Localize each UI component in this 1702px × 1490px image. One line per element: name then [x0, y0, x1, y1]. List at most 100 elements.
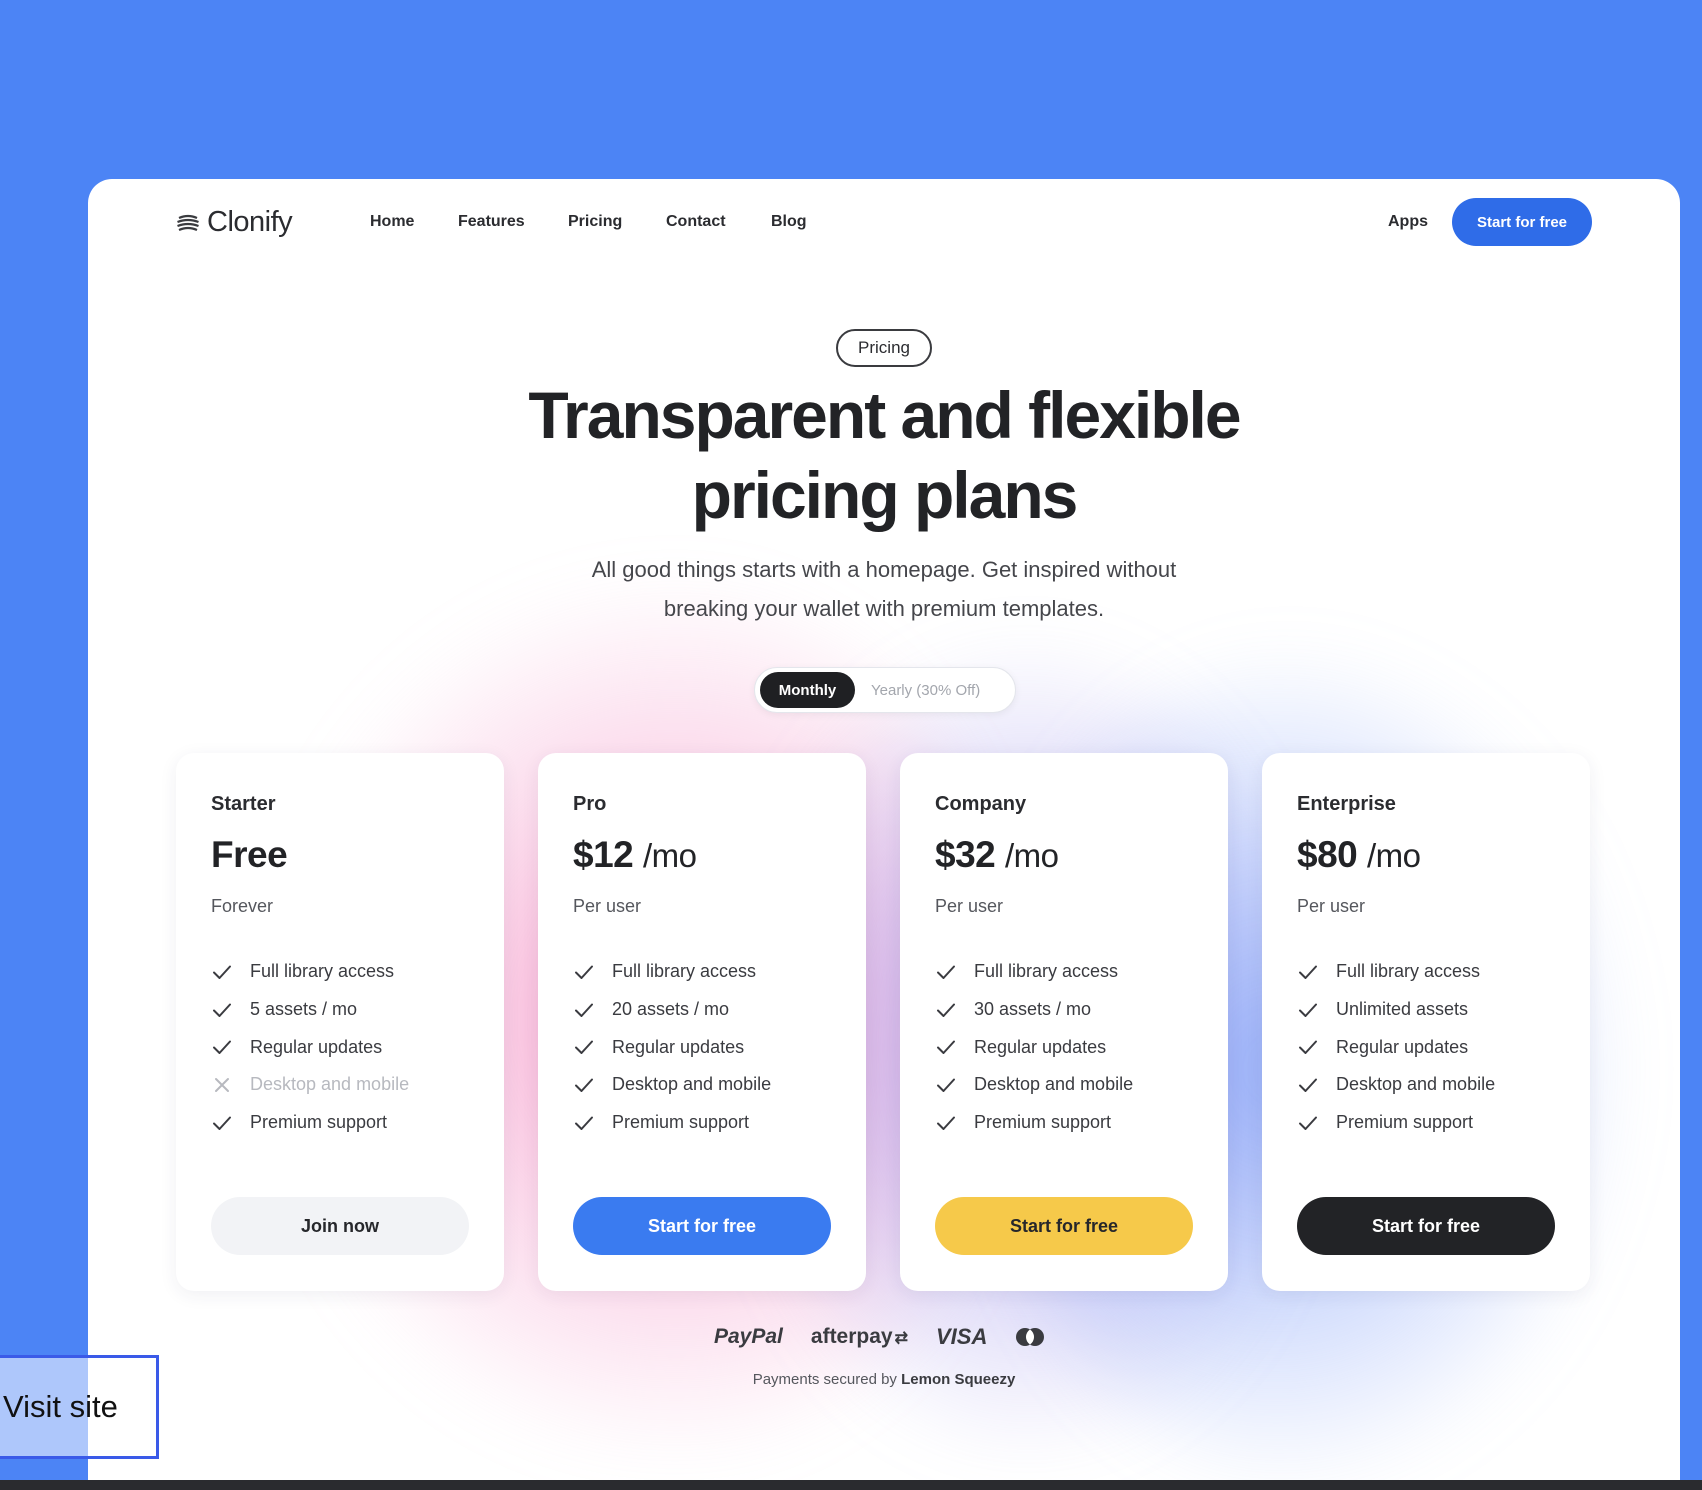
nav-apps[interactable]: Apps [1388, 213, 1428, 231]
header-start-button[interactable]: Start for free [1452, 198, 1592, 246]
feature-item: Desktop and mobile [1297, 1066, 1495, 1104]
plan-cta-button[interactable]: Join now [211, 1197, 469, 1255]
mastercard-icon [1016, 1328, 1045, 1346]
payment-logos: PayPal afterpay ⇄ VISA [714, 1324, 1045, 1350]
subtitle-line-2: breaking your wallet with premium templa… [663, 596, 1105, 621]
feature-label: Premium support [250, 1112, 388, 1133]
page-title: Transparent and flexible pricing plans [434, 375, 1334, 535]
feature-label: 20 assets / mo [612, 999, 730, 1020]
feature-item: Full library access [211, 953, 409, 991]
nav-blog[interactable]: Blog [771, 213, 807, 231]
check-icon [1299, 1116, 1317, 1130]
check-icon [937, 965, 955, 979]
nav-features[interactable]: Features [458, 213, 525, 231]
price-unit: /mo [1367, 837, 1421, 874]
nav-pricing[interactable]: Pricing [568, 213, 622, 231]
plan-price: $32 /mo [935, 834, 1059, 876]
plan-period: Per user [935, 896, 1004, 916]
feature-item: Premium support [1297, 1104, 1495, 1142]
yearly-option[interactable]: Yearly (30% Off) [871, 668, 980, 712]
plan-name: Enterprise [1297, 793, 1396, 815]
title-line-2: pricing plans [691, 458, 1079, 532]
subtitle-line-1: All good things starts with a homepage. … [591, 557, 1177, 582]
check-icon [937, 1078, 955, 1092]
plan-period: Per user [573, 896, 642, 916]
check-icon [937, 1116, 955, 1130]
price-amount: $80 [1297, 834, 1358, 875]
brand-name: Clonify [207, 206, 293, 238]
brand-logo[interactable]: Clonify [175, 206, 293, 239]
feature-label: 30 assets / mo [974, 999, 1092, 1020]
check-icon [213, 1116, 231, 1130]
feature-label: Desktop and mobile [250, 1074, 410, 1095]
afterpay-arrows-icon: ⇄ [894, 1330, 908, 1347]
check-icon [937, 1003, 955, 1017]
monthly-option[interactable]: Monthly [760, 672, 855, 708]
check-icon [213, 965, 231, 979]
plan-price: Free [211, 834, 288, 876]
visit-site-button[interactable]: Visit site [0, 1355, 159, 1459]
pricing-card-enterprise: Enterprise $80 /mo Per user Full library ac… [1262, 753, 1590, 1291]
billing-toggle: Monthly Yearly (30% Off) [754, 667, 1016, 713]
pricing-card-starter: Starter Free Forever Full library access 5 … [176, 753, 504, 1291]
feature-label: Regular updates [1336, 1036, 1469, 1057]
check-icon [575, 1003, 593, 1017]
price-amount: Free [211, 834, 288, 875]
feature-label: Premium support [612, 1112, 750, 1133]
plan-cta-button[interactable]: Start for free [935, 1197, 1193, 1255]
title-line-1: Transparent and flexible [528, 378, 1241, 452]
price-amount: $12 [573, 834, 634, 875]
afterpay-logo: afterpay ⇄ [811, 1325, 908, 1349]
feature-item: 5 assets / mo [211, 991, 409, 1029]
feature-item: Regular updates [573, 1028, 771, 1066]
lemon-squeezy-link[interactable]: Lemon Squeezy [901, 1371, 1015, 1388]
plan-cta-button[interactable]: Start for free [1297, 1197, 1555, 1255]
afterpay-label: afterpay [810, 1325, 893, 1348]
feature-label: Full library access [612, 961, 757, 982]
feature-list: Full library access 20 assets / mo Regular… [573, 953, 771, 1141]
nav-contact[interactable]: Contact [666, 213, 726, 231]
price-unit: /mo [1005, 837, 1059, 874]
feature-label: Regular updates [250, 1036, 383, 1057]
plan-name: Pro [573, 793, 607, 815]
check-icon [1299, 1040, 1317, 1055]
cross-icon [215, 1077, 229, 1092]
feature-label: Premium support [974, 1112, 1112, 1133]
plan-period: Per user [1297, 896, 1366, 916]
feature-label: Premium support [1336, 1112, 1474, 1133]
feature-item: Unlimited assets [1297, 991, 1495, 1029]
feature-label: Desktop and mobile [612, 1074, 772, 1095]
browser-page: Clonify Home Features Pricing Contact Bl… [88, 179, 1680, 1480]
feature-list: Full library access 30 assets / mo Regular… [935, 953, 1133, 1141]
feature-label: Unlimited assets [1336, 999, 1469, 1020]
pricing-tag: Pricing [836, 329, 932, 367]
check-icon [575, 965, 593, 979]
secured-prefix: Payments secured by [752, 1371, 897, 1388]
plan-name: Company [935, 793, 1027, 815]
check-icon [575, 1116, 593, 1130]
feature-item: Regular updates [1297, 1028, 1495, 1066]
check-icon [937, 1040, 955, 1055]
feature-label: Regular updates [974, 1036, 1107, 1057]
feature-label: Full library access [1336, 961, 1481, 982]
paypal-logo: PayPal [714, 1325, 783, 1348]
check-icon [1299, 1003, 1317, 1017]
visa-logo: VISA [936, 1324, 988, 1349]
check-icon [213, 1003, 231, 1017]
feature-item: Premium support [935, 1104, 1133, 1142]
feature-list: Full library access Unlimited assets Regul… [1297, 953, 1495, 1141]
plan-cta-button[interactable]: Start for free [573, 1197, 831, 1255]
bottom-bar [0, 1480, 1702, 1490]
page-subtitle: All good things starts with a homepage. … [534, 550, 1234, 628]
feature-item: Premium support [573, 1104, 771, 1142]
feature-item: Desktop and mobile [573, 1066, 771, 1104]
check-icon [575, 1078, 593, 1092]
feature-label: Regular updates [612, 1036, 745, 1057]
feature-item: 30 assets / mo [935, 991, 1133, 1029]
plan-period: Forever [211, 896, 274, 916]
feature-label: 5 assets / mo [250, 999, 358, 1020]
nav-home[interactable]: Home [370, 213, 414, 231]
feature-item: Desktop and mobile [211, 1066, 409, 1104]
check-icon [1299, 1078, 1317, 1092]
feature-item: Full library access [1297, 953, 1495, 991]
